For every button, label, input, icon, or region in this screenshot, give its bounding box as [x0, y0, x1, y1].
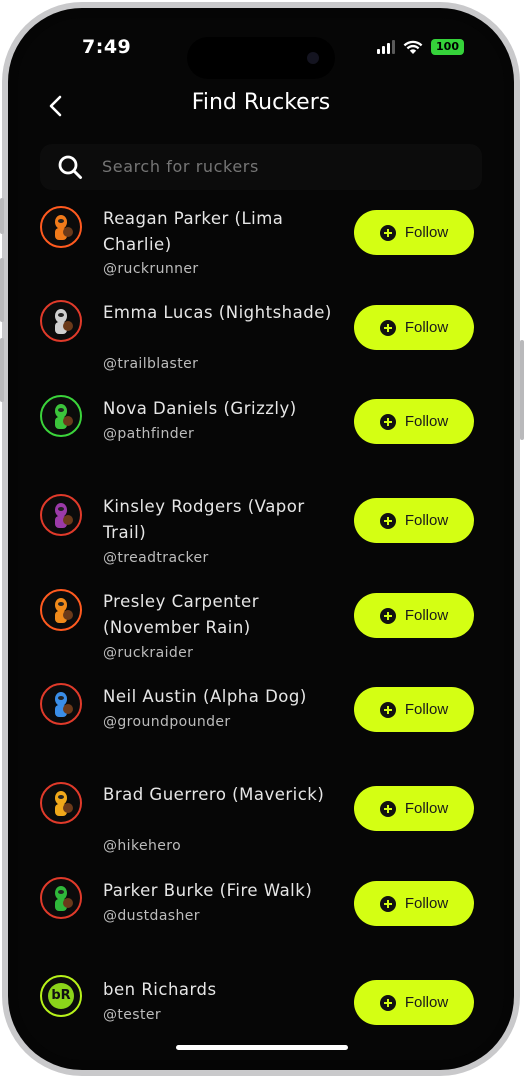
follow-label: Follow: [404, 994, 449, 1011]
avatar[interactable]: bR: [40, 975, 82, 1017]
plus-circle-icon: [379, 224, 396, 241]
status-time: 7:49: [82, 36, 132, 58]
follow-label: Follow: [404, 701, 449, 718]
user-name: Parker Burke (Fire Walk): [103, 881, 313, 900]
volume-up-button: [0, 258, 4, 322]
follow-button[interactable]: Follow: [354, 593, 474, 638]
plus-circle-icon: [379, 895, 396, 912]
user-name: Brad Guerrero (Maverick): [103, 785, 325, 804]
follow-label: Follow: [404, 512, 449, 529]
status-icons: 100: [377, 39, 464, 55]
avatar[interactable]: [40, 683, 82, 725]
user-handle: @groundpounder: [103, 714, 231, 730]
plus-circle-icon: [379, 512, 396, 529]
user-name: Emma Lucas (Nightshade): [103, 303, 332, 322]
follow-label: Follow: [404, 319, 449, 336]
avatar[interactable]: [40, 494, 82, 536]
cellular-signal-icon: [377, 40, 396, 54]
user-handle: @ruckraider: [103, 645, 194, 661]
user-name: Nova Daniels (Grizzly): [103, 399, 297, 418]
avatar-initials: bR: [48, 983, 74, 1009]
plus-circle-icon: [379, 413, 396, 430]
follow-button[interactable]: Follow: [354, 980, 474, 1025]
search-input[interactable]: [102, 157, 462, 176]
search-bar[interactable]: [40, 144, 482, 190]
avatar[interactable]: [40, 206, 82, 248]
follow-button[interactable]: Follow: [354, 210, 474, 255]
power-button: [520, 340, 524, 440]
follow-button[interactable]: Follow: [354, 498, 474, 543]
dynamic-island: [187, 37, 335, 79]
page-title: Find Ruckers: [191, 90, 331, 115]
user-handle: @hikehero: [103, 838, 182, 854]
user-name: ben Richards: [103, 980, 217, 999]
follow-button[interactable]: Follow: [354, 399, 474, 444]
follow-button[interactable]: Follow: [354, 305, 474, 350]
avatar[interactable]: [40, 589, 82, 631]
user-handle: @pathfinder: [103, 426, 195, 442]
wifi-icon: [403, 40, 423, 54]
follow-label: Follow: [404, 224, 449, 241]
user-name: Reagan Parker (Lima Charlie): [103, 209, 284, 254]
user-handle: @tester: [103, 1007, 162, 1023]
search-icon: [58, 155, 82, 179]
follow-button[interactable]: Follow: [354, 687, 474, 732]
follow-label: Follow: [404, 413, 449, 430]
plus-circle-icon: [379, 607, 396, 624]
avatar[interactable]: [40, 877, 82, 919]
plus-circle-icon: [379, 319, 396, 336]
action-button: [0, 198, 4, 234]
battery-indicator: 100: [431, 39, 464, 55]
home-indicator[interactable]: [176, 1045, 348, 1050]
user-name: Presley Carpenter (November Rain): [103, 592, 259, 637]
volume-down-button: [0, 338, 4, 402]
plus-circle-icon: [379, 994, 396, 1011]
user-handle: @treadtracker: [103, 550, 209, 566]
plus-circle-icon: [379, 800, 396, 817]
avatar[interactable]: [40, 395, 82, 437]
follow-label: Follow: [404, 607, 449, 624]
plus-circle-icon: [379, 701, 396, 718]
user-name: Kinsley Rodgers (Vapor Trail): [103, 497, 305, 542]
user-handle: @dustdasher: [103, 908, 200, 924]
avatar[interactable]: [40, 782, 82, 824]
follow-label: Follow: [404, 800, 449, 817]
user-handle: @trailblaster: [103, 356, 199, 372]
app-screen: 7:49 100 Find Ruckers Reagan Parker (Lim…: [18, 18, 504, 1060]
follow-button[interactable]: Follow: [354, 786, 474, 831]
user-handle: @ruckrunner: [103, 261, 199, 277]
follow-button[interactable]: Follow: [354, 881, 474, 926]
avatar[interactable]: [40, 300, 82, 342]
camera-icon: [307, 52, 319, 64]
follow-label: Follow: [404, 895, 449, 912]
user-name: Neil Austin (Alpha Dog): [103, 687, 307, 706]
